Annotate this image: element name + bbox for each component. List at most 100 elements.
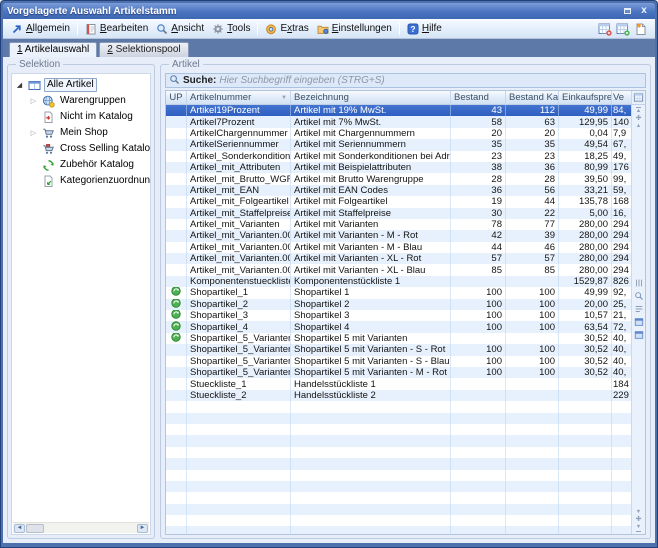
scrollbar-thumb[interactable]	[26, 524, 44, 533]
cell-bezeichnung: Artikel mit Varianten - M - Rot	[291, 230, 451, 241]
empty-cell	[166, 458, 187, 469]
search-bar[interactable]: Suche:	[165, 73, 646, 88]
table-row[interactable]: Stueckliste_2Handelsstückliste 2229	[166, 390, 631, 401]
tree-expander-expanded-icon[interactable]: ◢	[15, 81, 24, 90]
empty-cell	[291, 424, 451, 435]
cell-ve: 229	[612, 390, 631, 401]
list-icon[interactable]	[634, 304, 644, 314]
table-row[interactable]: ArtikelSeriennummerArtikel mit Seriennum…	[166, 139, 631, 150]
cell-ve: 176	[612, 162, 631, 173]
column-header-bestand-kalk-[interactable]: Bestand Kalk.	[506, 91, 559, 104]
scroll-jump-up-icon[interactable]: ✚	[636, 115, 642, 123]
empty-cell	[506, 413, 559, 424]
cell-ve: 40,	[612, 333, 631, 344]
magnifier-icon[interactable]	[634, 291, 644, 301]
table-row[interactable]: Artikel7ProzentArtikel mit 7% MwSt.58631…	[166, 116, 631, 127]
cell-up	[166, 367, 187, 378]
empty-cell	[506, 481, 559, 492]
new-document-icon[interactable]	[634, 22, 647, 36]
table-row[interactable]: Artikel_mit_Brutto_WGRArtikel mit Brutto…	[166, 173, 631, 184]
table-row[interactable]: Artikel_mit_VariantenArtikel mit Variant…	[166, 219, 631, 230]
toolbar-button-label: Ansicht	[171, 23, 204, 34]
cell-einkaufspreis: 280,00	[559, 219, 612, 230]
tree-item-alle-artikel[interactable]: ◢Alle Artikel	[15, 77, 150, 93]
cell-bezeichnung: Handelsstückliste 1	[291, 378, 451, 389]
close-button[interactable]: x	[637, 5, 651, 17]
tree-item-cross-selling-katalog[interactable]: Cross Selling Katalog	[29, 141, 150, 157]
tree-item-warengruppen[interactable]: ▷Warengruppen	[29, 93, 150, 109]
cell-ve: 168	[612, 196, 631, 207]
table-row[interactable]: Artikel_mit_StaffelpreiseArtikel mit Sta…	[166, 208, 631, 219]
tree-item-kategorienzuordnung-entfernen[interactable]: Kategorienzuordnung entfernen	[29, 173, 150, 189]
tree-item-mein-shop[interactable]: ▷Mein Shop	[29, 125, 150, 141]
table-row[interactable]: Artikel_SonderkonditionenArtikel mit Son…	[166, 151, 631, 162]
tree-item-nicht-im-katalog[interactable]: Nicht im Katalog	[29, 109, 150, 125]
tree-expander-collapsed-icon[interactable]: ▷	[29, 129, 38, 138]
scroll-right-button[interactable]: ►	[137, 524, 148, 533]
table-row[interactable]: Stueckliste_1Handelsstückliste 1184	[166, 378, 631, 389]
toolbar-button-einstellungen[interactable]: Einstellungen	[313, 22, 396, 36]
column-header-up[interactable]: UP	[166, 91, 187, 104]
table-row[interactable]: Artikel_mit_AttributenArtikel mit Beispi…	[166, 162, 631, 173]
empty-row	[166, 470, 631, 481]
table-row[interactable]: Shopartikel_5_VariantenShopartikel 5 mit…	[166, 333, 631, 344]
toolbar-button-ansicht[interactable]: Ansicht	[152, 22, 208, 36]
column-chooser-button[interactable]	[631, 91, 645, 104]
table-row[interactable]: Artikel_mit_Varianten.005Artikel mit Var…	[166, 253, 631, 264]
toolbar-button-hilfe[interactable]: ?Hilfe	[403, 22, 446, 36]
restore-button[interactable]	[620, 5, 634, 17]
cell-ve: 59,	[612, 185, 631, 196]
scroll-first-icon[interactable]: ▲	[636, 107, 641, 115]
table-row[interactable]: Artikel_mit_FolgeartikelArtikel mit Folg…	[166, 196, 631, 207]
tree-expander-collapsed-icon[interactable]: ▷	[29, 97, 38, 106]
cell-einkaufspreis: 1529,87	[559, 276, 612, 287]
table-row[interactable]: ArtikelChargennummerArtikel mit Chargenn…	[166, 128, 631, 139]
table-row[interactable]: Shopartikel_2Shopartikel 210010020,0025,	[166, 299, 631, 310]
table-row[interactable]: Artikel19ProzentArtikel mit 19% MwSt.431…	[166, 105, 631, 116]
toolbar-button-bearbeiten[interactable]: Bearbeiten	[81, 22, 152, 36]
cell-bestand: 100	[451, 356, 506, 367]
empty-row	[166, 413, 631, 424]
scroll-left-button[interactable]: ◄	[14, 524, 25, 533]
toolbar-button-allgemein[interactable]: Allgemein	[7, 22, 74, 36]
table-row[interactable]: Shopartikel_3Shopartikel 310010010,5721,	[166, 310, 631, 321]
tree-item-zubehör-katalog[interactable]: Zubehör Katalog	[29, 157, 150, 173]
bars-icon[interactable]	[634, 278, 644, 288]
column-header-bezeichnung[interactable]: Bezeichnung	[291, 91, 451, 104]
scroll-last-icon[interactable]: ▼	[636, 524, 641, 532]
tree-h-scrollbar[interactable]: ◄ ►	[13, 522, 149, 533]
grid-side-tools	[634, 278, 644, 340]
column-header-label: Artikelnummer	[190, 92, 251, 103]
table-green-icon[interactable]	[616, 22, 630, 36]
toolbar-button-tools[interactable]: Tools	[208, 22, 254, 36]
cell-bezeichnung: Artikel mit Sonderkonditionen bei Adress…	[291, 151, 451, 162]
table-red-icon[interactable]	[598, 22, 612, 36]
table-row[interactable]: Artikel_mit_EANArtikel mit EAN Codes3656…	[166, 185, 631, 196]
empty-cell	[612, 515, 631, 526]
table-row[interactable]: Artikel_mit_Varianten.006Artikel mit Var…	[166, 264, 631, 275]
toolbar-button-extras[interactable]: Extras	[261, 22, 312, 36]
table-row[interactable]: Shopartikel_5_Varianten.1Shopartikel 5 m…	[166, 344, 631, 355]
table-row[interactable]: Artikel_mit_Varianten.003Artikel mit Var…	[166, 230, 631, 241]
search-input[interactable]	[219, 75, 642, 86]
table-row[interactable]: Artikel_mit_Varianten.004Artikel mit Var…	[166, 242, 631, 253]
panel-icon[interactable]	[634, 330, 644, 340]
tab-selektionspool[interactable]: 2 Selektionspool	[99, 42, 188, 57]
table-row[interactable]: Shopartikel_5_Varianten.3Shopartikel 5 m…	[166, 367, 631, 378]
scroll-jump-down-icon[interactable]: ✚	[636, 516, 642, 524]
column-header-einkaufspreis[interactable]: Einkaufspreis	[559, 91, 612, 104]
table-row[interactable]: Shopartikel_1Shopartikel 110010049,9992,	[166, 287, 631, 298]
scroll-down-icon[interactable]: ▼	[636, 509, 641, 516]
panel-icon[interactable]	[634, 317, 644, 327]
column-header-ve[interactable]: Ve	[612, 91, 631, 104]
scroll-up-icon[interactable]: ▲	[636, 123, 641, 130]
column-header-artikelnummer[interactable]: Artikelnummer▼	[187, 91, 291, 104]
tab-artikelauswahl[interactable]: 1 Artikelauswahl	[9, 42, 97, 57]
table-row[interactable]: Shopartikel_4Shopartikel 410010063,5472,	[166, 321, 631, 332]
table-row[interactable]: Shopartikel_5_Varianten.2Shopartikel 5 m…	[166, 356, 631, 367]
table-row[interactable]: Komponentenstueckliste_1Komponentenstück…	[166, 276, 631, 287]
cart-red-icon	[41, 143, 55, 156]
column-header-bestand[interactable]: Bestand	[451, 91, 506, 104]
grid-scrollbar[interactable]: ▲ ✚ ▲ ▼ ✚ ▼	[631, 105, 645, 534]
cell-bestand: 100	[451, 344, 506, 355]
